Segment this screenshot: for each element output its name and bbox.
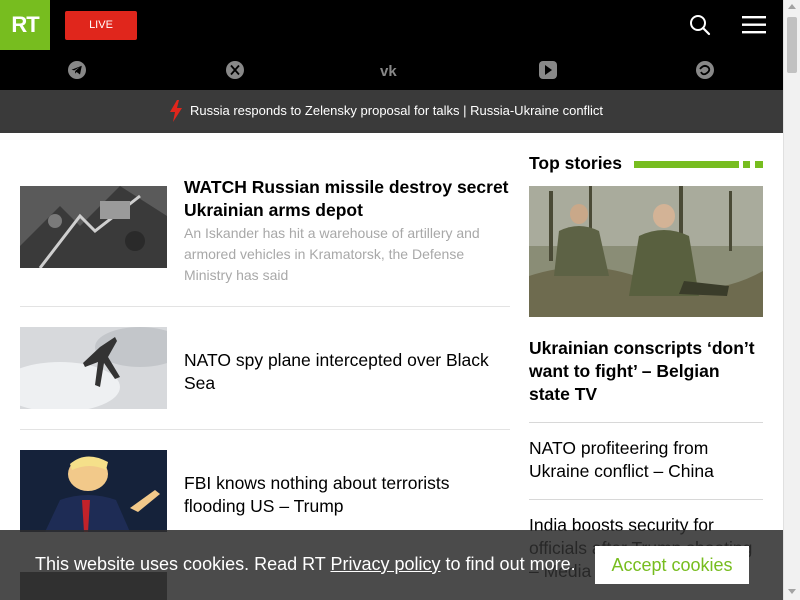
cookie-text: to find out more.: [440, 554, 576, 574]
rt-logo[interactable]: RT: [0, 0, 50, 50]
scroll-down-arrow-icon[interactable]: [788, 589, 796, 594]
scrollbar-thumb[interactable]: [787, 17, 797, 73]
article-summary: An Iskander has hit a warehouse of artil…: [184, 225, 480, 283]
heading-accent-dot: [743, 161, 750, 168]
divider: [20, 306, 510, 307]
article-item[interactable]: FBI knows nothing about terrorists flood…: [20, 450, 510, 532]
privacy-policy-link[interactable]: Privacy policy: [330, 554, 440, 574]
divider: [20, 429, 510, 430]
article-item[interactable]: NATO spy plane intercepted over Black Se…: [20, 327, 510, 409]
article-title[interactable]: NATO spy plane intercepted over Black Se…: [184, 349, 510, 395]
x-icon[interactable]: [225, 60, 245, 80]
top-story-item[interactable]: NATO profiteering from Ukraine conflict …: [529, 437, 763, 483]
article-title[interactable]: WATCH Russian missile destroy secret Ukr…: [184, 176, 510, 222]
divider: [529, 422, 763, 423]
scroll-up-arrow-icon[interactable]: [788, 4, 796, 9]
accept-cookies-button[interactable]: Accept cookies: [595, 546, 749, 584]
search-icon[interactable]: [689, 14, 711, 36]
article-item[interactable]: WATCH Russian missile destroy secret Ukr…: [20, 177, 510, 296]
live-button[interactable]: LIVE: [65, 11, 137, 40]
heading-accent-dot: [755, 161, 763, 168]
cookie-message: This website uses cookies. Read RT Priva…: [35, 554, 576, 575]
article-title[interactable]: FBI knows nothing about terrorists flood…: [184, 472, 510, 518]
top-bar: RT LIVE vk: [0, 0, 783, 90]
top-story-image[interactable]: [529, 186, 763, 317]
top-story-title[interactable]: Ukrainian conscripts ‘don’t want to figh…: [529, 337, 765, 406]
telegram-icon[interactable]: [67, 60, 87, 80]
top-stories-heading: Top stories: [529, 153, 623, 173]
article-thumbnail[interactable]: [20, 186, 167, 268]
breaking-news-bar[interactable]: Russia responds to Zelensky proposal for…: [0, 90, 783, 133]
article-thumbnail[interactable]: [20, 327, 167, 409]
odysee-icon[interactable]: [695, 60, 715, 80]
page: RT LIVE vk Russia responds to Zelensky p…: [0, 0, 800, 600]
scrollbar[interactable]: [783, 0, 800, 600]
rumble-icon[interactable]: [538, 60, 558, 80]
article-thumbnail[interactable]: [20, 450, 167, 532]
lightning-icon: [168, 100, 184, 122]
vk-icon[interactable]: vk: [380, 60, 404, 80]
divider: [529, 499, 763, 500]
menu-icon[interactable]: [742, 16, 766, 34]
svg-text:vk: vk: [380, 63, 397, 80]
breaking-news-text[interactable]: Russia responds to Zelensky proposal for…: [190, 103, 603, 118]
heading-accent-bar: [634, 161, 739, 168]
cookie-text: This website uses cookies. Read RT: [35, 554, 331, 574]
